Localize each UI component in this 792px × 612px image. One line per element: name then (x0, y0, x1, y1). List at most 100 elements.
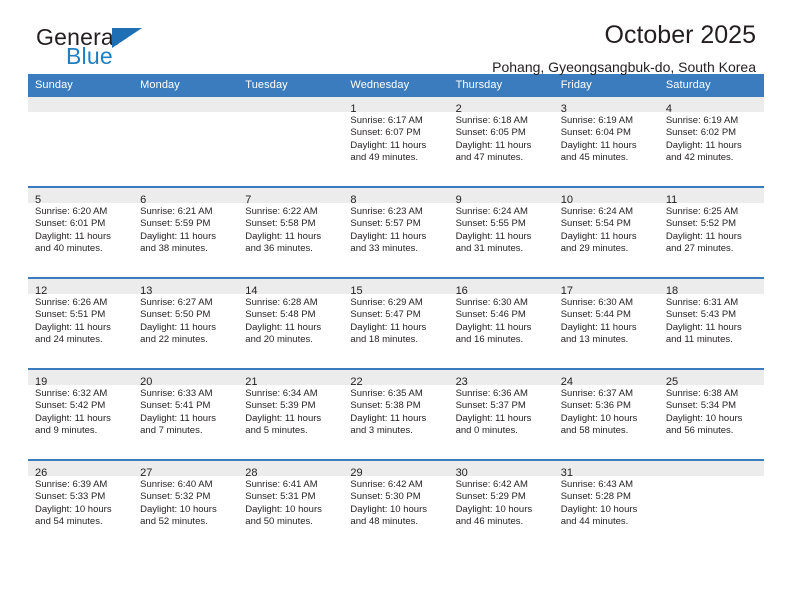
day-detail-line: Daylight: 11 hours (140, 230, 217, 242)
day-cell-5[interactable]: 5 Sunrise: 6:20 AM Sunset: 6:01 PM Daylight… (28, 188, 134, 277)
day-number-band: 18 (658, 279, 764, 297)
day-details: Sunrise: 6:40 AM Sunset: 5:32 PM Daylight:… (133, 476, 238, 528)
day-detail-line: and 54 minutes. (35, 515, 103, 527)
day-detail-line: Daylight: 10 hours (560, 412, 638, 424)
day-detail-line: and 38 minutes. (140, 242, 208, 254)
day-detail-line: and 42 minutes. (665, 151, 734, 163)
calendar-cell (658, 459, 764, 550)
day-details: Sunrise: 6:37 AM Sunset: 5:36 PM Daylight:… (554, 385, 659, 437)
day-detail-line: Sunrise: 6:31 AM (665, 297, 739, 308)
day-cell-31[interactable]: 31 Sunrise: 6:43 AM Sunset: 5:28 PM Dayligh… (553, 461, 659, 550)
day-detail-line: Sunset: 5:47 PM (350, 309, 421, 321)
day-cell-9[interactable]: 9 Sunrise: 6:24 AM Sunset: 5:55 PM Daylight… (448, 188, 554, 277)
day-number-band: 27 (133, 461, 239, 479)
day-details: Sunrise: 6:24 AM Sunset: 5:54 PM Daylight:… (554, 203, 659, 255)
day-details (28, 112, 133, 115)
calendar-cell: 5 Sunrise: 6:20 AM Sunset: 6:01 PM Daylight… (28, 186, 134, 278)
day-detail-line: Sunset: 5:43 PM (665, 309, 737, 321)
day-cell-12[interactable]: 12 Sunrise: 6:26 AM Sunset: 5:51 PM Dayligh… (28, 279, 134, 368)
day-detail-line: Daylight: 11 hours (245, 412, 322, 424)
day-number-band: 10 (553, 188, 659, 206)
day-detail-line: Sunrise: 6:43 AM (560, 479, 634, 490)
day-number: 23 (455, 376, 468, 388)
day-number: 27 (140, 467, 153, 479)
day-detail-line: Sunrise: 6:38 AM (665, 388, 739, 399)
day-number: 24 (560, 376, 573, 388)
day-cell-27[interactable]: 27 Sunrise: 6:40 AM Sunset: 5:32 PM Dayligh… (133, 461, 239, 550)
day-detail-line: and 50 minutes. (245, 515, 313, 527)
day-detail-line: Sunrise: 6:20 AM (35, 206, 108, 217)
page-header: General Blue October 2025 Pohang, Gyeong… (28, 0, 764, 74)
day-details: Sunrise: 6:30 AM Sunset: 5:44 PM Daylight:… (554, 294, 659, 346)
day-cell-17[interactable]: 17 Sunrise: 6:30 AM Sunset: 5:44 PM Dayligh… (553, 279, 659, 368)
day-cell-6[interactable]: 6 Sunrise: 6:21 AM Sunset: 5:59 PM Daylight… (133, 188, 239, 277)
day-details: Sunrise: 6:21 AM Sunset: 5:59 PM Daylight:… (133, 203, 238, 255)
day-cell-26[interactable]: 26 Sunrise: 6:39 AM Sunset: 5:33 PM Dayligh… (28, 461, 134, 550)
day-detail-line: Daylight: 10 hours (560, 503, 638, 515)
calendar-cell: 4 Sunrise: 6:19 AM Sunset: 6:02 PM Daylight… (658, 97, 764, 187)
day-detail-line: Daylight: 11 hours (35, 230, 111, 242)
calendar-week-row: 26 Sunrise: 6:39 AM Sunset: 5:33 PM Dayligh… (28, 459, 764, 550)
day-detail-line: Sunrise: 6:17 AM (350, 115, 423, 126)
day-number-band: 26 (28, 461, 134, 479)
day-cell-8[interactable]: 8 Sunrise: 6:23 AM Sunset: 5:57 PM Daylight… (343, 188, 449, 277)
day-detail-line: Sunrise: 6:21 AM (140, 206, 213, 217)
day-detail-line: Daylight: 11 hours (140, 412, 217, 424)
day-cell-2[interactable]: 2 Sunrise: 6:18 AM Sunset: 6:05 PM Daylight… (448, 97, 554, 186)
day-cell-14[interactable]: 14 Sunrise: 6:28 AM Sunset: 5:48 PM Dayligh… (238, 279, 344, 368)
day-cell-7[interactable]: 7 Sunrise: 6:22 AM Sunset: 5:58 PM Daylight… (238, 188, 344, 277)
day-cell-3[interactable]: 3 Sunrise: 6:19 AM Sunset: 6:04 PM Daylight… (553, 97, 659, 186)
weekday-header-thursday: Thursday (448, 74, 554, 97)
calendar-cell: 15 Sunrise: 6:29 AM Sunset: 5:47 PM Dayligh… (343, 277, 449, 369)
day-cell-30[interactable]: 30 Sunrise: 6:42 AM Sunset: 5:29 PM Dayligh… (448, 461, 554, 550)
day-cell-16[interactable]: 16 Sunrise: 6:30 AM Sunset: 5:46 PM Dayligh… (448, 279, 554, 368)
day-cell-15[interactable]: 15 Sunrise: 6:29 AM Sunset: 5:47 PM Dayligh… (343, 279, 449, 368)
day-detail-line: Daylight: 10 hours (245, 503, 322, 515)
day-details: Sunrise: 6:33 AM Sunset: 5:41 PM Daylight:… (133, 385, 238, 437)
calendar-week-row: 5 Sunrise: 6:20 AM Sunset: 6:01 PM Daylight… (28, 186, 764, 278)
calendar-week-row: 12 Sunrise: 6:26 AM Sunset: 5:51 PM Dayligh… (28, 277, 764, 369)
day-cell-10[interactable]: 10 Sunrise: 6:24 AM Sunset: 5:54 PM Dayligh… (553, 188, 659, 277)
day-number: 1 (350, 103, 357, 115)
day-cell-11[interactable]: 11 Sunrise: 6:25 AM Sunset: 5:52 PM Dayligh… (658, 188, 764, 277)
day-cell-28[interactable]: 28 Sunrise: 6:41 AM Sunset: 5:31 PM Dayligh… (238, 461, 344, 550)
day-cell-25[interactable]: 25 Sunrise: 6:38 AM Sunset: 5:34 PM Dayligh… (658, 370, 764, 459)
day-cell-24[interactable]: 24 Sunrise: 6:37 AM Sunset: 5:36 PM Dayligh… (553, 370, 659, 459)
day-cell-21[interactable]: 21 Sunrise: 6:34 AM Sunset: 5:39 PM Dayligh… (238, 370, 344, 459)
day-detail-line: and 49 minutes. (350, 151, 419, 163)
day-detail-line: Sunset: 5:59 PM (140, 218, 211, 230)
day-cell-18[interactable]: 18 Sunrise: 6:31 AM Sunset: 5:43 PM Dayligh… (658, 279, 764, 368)
day-details: Sunrise: 6:32 AM Sunset: 5:42 PM Daylight:… (28, 385, 133, 437)
day-details: Sunrise: 6:20 AM Sunset: 6:01 PM Daylight:… (28, 203, 133, 255)
weekday-header-sunday: Sunday (28, 74, 134, 97)
day-details: Sunrise: 6:23 AM Sunset: 5:57 PM Daylight:… (343, 203, 448, 255)
calendar-cell: 2 Sunrise: 6:18 AM Sunset: 6:05 PM Daylight… (448, 97, 554, 187)
day-number-band (133, 97, 239, 112)
day-detail-line: Sunrise: 6:25 AM (665, 206, 739, 217)
general-blue-logo[interactable]: General Blue (36, 26, 236, 74)
day-detail-line: and 31 minutes. (455, 242, 524, 254)
calendar-cell (133, 97, 239, 187)
day-number-band: 7 (238, 188, 344, 206)
day-number-band: 30 (448, 461, 554, 479)
day-details: Sunrise: 6:28 AM Sunset: 5:48 PM Daylight:… (238, 294, 343, 346)
weekday-header-friday: Friday (553, 74, 659, 97)
calendar-cell: 22 Sunrise: 6:35 AM Sunset: 5:38 PM Dayligh… (343, 368, 449, 460)
day-detail-line: Daylight: 11 hours (350, 412, 427, 424)
day-cell-29[interactable]: 29 Sunrise: 6:42 AM Sunset: 5:30 PM Dayligh… (343, 461, 449, 550)
day-number: 25 (665, 376, 679, 388)
day-cell-20[interactable]: 20 Sunrise: 6:33 AM Sunset: 5:41 PM Dayligh… (133, 370, 239, 459)
day-detail-line: Sunset: 5:46 PM (455, 309, 526, 321)
day-cell-13[interactable]: 13 Sunrise: 6:27 AM Sunset: 5:50 PM Dayligh… (133, 279, 239, 368)
calendar-cell: 6 Sunrise: 6:21 AM Sunset: 5:59 PM Daylight… (133, 186, 239, 278)
day-details: Sunrise: 6:35 AM Sunset: 5:38 PM Daylight:… (343, 385, 448, 437)
day-cell-4[interactable]: 4 Sunrise: 6:19 AM Sunset: 6:02 PM Daylight… (658, 97, 764, 186)
day-cell-1[interactable]: 1 Sunrise: 6:17 AM Sunset: 6:07 PM Daylight… (343, 97, 449, 186)
day-cell-19[interactable]: 19 Sunrise: 6:32 AM Sunset: 5:42 PM Dayligh… (28, 370, 134, 459)
day-details: Sunrise: 6:27 AM Sunset: 5:50 PM Daylight:… (133, 294, 238, 346)
day-cell-empty (658, 461, 764, 550)
day-cell-23[interactable]: 23 Sunrise: 6:36 AM Sunset: 5:37 PM Dayligh… (448, 370, 554, 459)
day-number: 12 (35, 285, 48, 297)
day-detail-line: Sunrise: 6:24 AM (455, 206, 528, 217)
day-cell-22[interactable]: 22 Sunrise: 6:35 AM Sunset: 5:38 PM Dayligh… (343, 370, 449, 459)
